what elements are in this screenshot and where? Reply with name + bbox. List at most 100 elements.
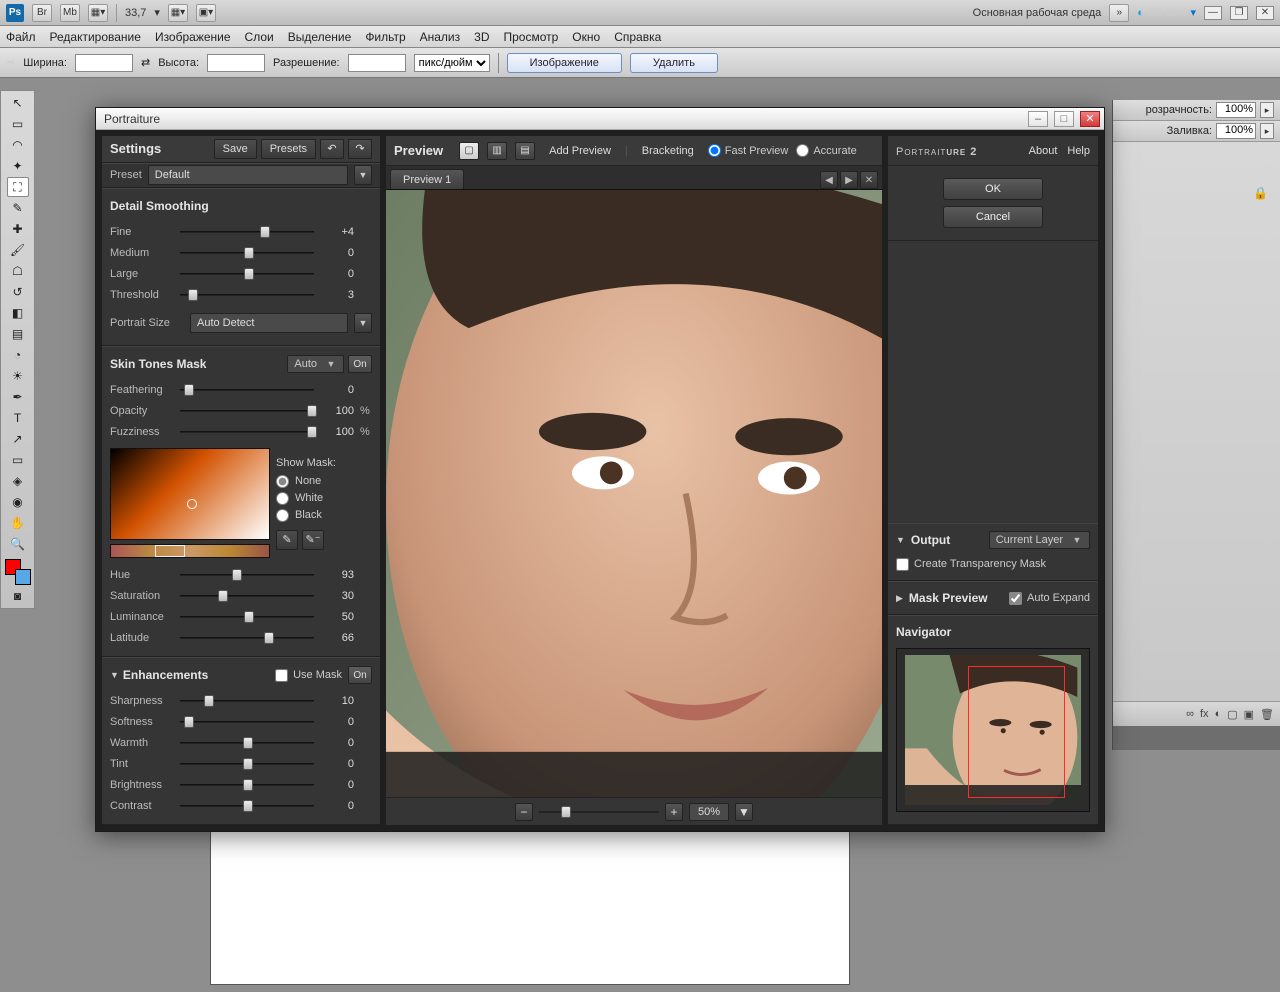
close-icon[interactable]: ✕	[1256, 6, 1274, 20]
color-swatches[interactable]	[5, 559, 31, 585]
resolution-input[interactable]	[348, 54, 406, 72]
transparency-checkbox[interactable]: Create Transparency Mask	[896, 558, 1046, 571]
path-tool[interactable]: ↗	[7, 429, 29, 449]
min-icon[interactable]: —	[1204, 6, 1222, 20]
help-link[interactable]: Help	[1067, 145, 1090, 157]
dialog-titlebar[interactable]: Portraiture – □ ✕	[96, 108, 1104, 130]
brightness-slider[interactable]	[180, 778, 314, 792]
tab-prev-icon[interactable]: ◀	[820, 171, 838, 189]
mask-black-radio[interactable]: Black	[276, 509, 372, 522]
eraser-tool[interactable]: ◧	[7, 303, 29, 323]
folder-icon[interactable]: ▢	[1227, 708, 1237, 721]
3d-tool[interactable]: ◈	[7, 471, 29, 491]
restore-icon[interactable]: ❐	[1230, 6, 1248, 20]
view-extras-button[interactable]: ▦▾	[88, 4, 108, 22]
portrait-size-arrow-icon[interactable]: ▼	[354, 313, 372, 333]
trash-icon[interactable]: 🗑	[1260, 708, 1274, 721]
about-link[interactable]: About	[1029, 145, 1058, 157]
fill-arrow-icon[interactable]: ▸	[1260, 123, 1274, 139]
height-input[interactable]	[207, 54, 265, 72]
mask-icon[interactable]: ◐	[1215, 708, 1222, 720]
gradient-tool[interactable]: ▤	[7, 324, 29, 344]
feathering-slider[interactable]	[180, 383, 314, 397]
width-input[interactable]	[75, 54, 133, 72]
opacity-arrow-icon[interactable]: ▸	[1260, 102, 1274, 118]
type-tool[interactable]: T	[7, 408, 29, 428]
menu-3d[interactable]: 3D	[474, 30, 489, 44]
dodge-tool[interactable]: ☀	[7, 366, 29, 386]
hue-strip[interactable]	[110, 544, 270, 558]
units-select[interactable]: пикс/дюйм	[414, 54, 490, 72]
undo-icon[interactable]: ↶	[320, 139, 344, 159]
swap-icon[interactable]: ⇄	[141, 56, 150, 69]
cancel-button[interactable]: Cancel	[943, 206, 1043, 228]
autoexpand-checkbox[interactable]: Auto Expand	[1009, 592, 1090, 605]
cslive-button[interactable]: ◐CS Live▾	[1137, 6, 1196, 19]
zoom-dropdown[interactable]: ▾	[154, 6, 160, 19]
marquee-tool[interactable]: ▭	[7, 114, 29, 134]
crop-tool[interactable]: ⛶	[7, 177, 29, 197]
move-tool[interactable]: ↖	[7, 93, 29, 113]
preset-arrow-icon[interactable]: ▼	[354, 165, 372, 185]
shape-tool[interactable]: ▭	[7, 450, 29, 470]
minibridge-button[interactable]: Mb	[60, 4, 80, 22]
enh-on-toggle[interactable]: On	[348, 666, 372, 684]
warmth-slider[interactable]	[180, 736, 314, 750]
accurate-radio[interactable]: Accurate	[796, 144, 856, 157]
zoom-out-icon[interactable]: −	[515, 803, 533, 821]
skin-color-picker[interactable]	[110, 448, 270, 540]
navigator-thumbnail[interactable]	[905, 655, 1081, 805]
history-brush-tool[interactable]: ↺	[7, 282, 29, 302]
max-icon[interactable]: □	[1054, 111, 1074, 127]
lasso-tool[interactable]: ◠	[7, 135, 29, 155]
threshold-slider[interactable]	[180, 288, 314, 302]
fast-preview-radio[interactable]: Fast Preview	[708, 144, 789, 157]
eyedropper-minus-icon[interactable]: ✎⁻	[302, 530, 324, 550]
preview-tab-1[interactable]: Preview 1	[390, 169, 464, 189]
workspace-expand-button[interactable]: »	[1109, 4, 1129, 22]
hand-tool[interactable]: ✋	[7, 513, 29, 533]
medium-slider[interactable]	[180, 246, 314, 260]
contrast-slider[interactable]	[180, 799, 314, 813]
heal-tool[interactable]: ✚	[7, 219, 29, 239]
zoom-value[interactable]: 33,7	[125, 7, 146, 19]
menu-filter[interactable]: Фильтр	[365, 30, 405, 44]
menu-edit[interactable]: Редактирование	[50, 30, 141, 44]
zoom-value[interactable]: 50%	[689, 803, 729, 821]
sharpness-slider[interactable]	[180, 694, 314, 708]
view-split-h-icon[interactable]: ▥	[487, 142, 507, 160]
menu-layer[interactable]: Слои	[245, 30, 274, 44]
mask-white-radio[interactable]: White	[276, 492, 372, 505]
chevron-down-icon[interactable]: ▼	[110, 670, 119, 680]
menu-select[interactable]: Выделение	[288, 30, 352, 44]
menu-view[interactable]: Просмотр	[503, 30, 558, 44]
skin-mode-combo[interactable]: Auto▼	[287, 355, 344, 373]
opacity-slider[interactable]	[180, 404, 314, 418]
view-split-v-icon[interactable]: ▤	[515, 142, 535, 160]
saturation-slider[interactable]	[180, 589, 314, 603]
fx-icon[interactable]: fx	[1200, 708, 1209, 720]
zoom-slider[interactable]	[539, 805, 659, 819]
fill-value[interactable]: 100%	[1216, 123, 1256, 139]
bridge-button[interactable]: Br	[32, 4, 52, 22]
eyedropper-icon[interactable]: ✎	[276, 530, 298, 550]
pen-tool[interactable]: ✒	[7, 387, 29, 407]
arrange-button[interactable]: ▦▾	[168, 4, 188, 22]
large-slider[interactable]	[180, 267, 314, 281]
close-icon[interactable]: ✕	[1080, 111, 1100, 127]
output-combo[interactable]: Current Layer▼	[989, 531, 1090, 549]
layers-panel[interactable]: 🔒	[1113, 142, 1280, 702]
opacity-value[interactable]: 100%	[1216, 102, 1256, 118]
document-canvas[interactable]	[210, 830, 850, 985]
menu-file[interactable]: Файл	[6, 30, 36, 44]
save-button[interactable]: Save	[214, 139, 257, 159]
menu-analysis[interactable]: Анализ	[420, 30, 461, 44]
preset-combo[interactable]: Default	[148, 165, 348, 185]
navigator-viewport-rect[interactable]	[968, 666, 1065, 798]
presets-button[interactable]: Presets	[261, 139, 316, 159]
link-icon[interactable]: ∞	[1186, 708, 1194, 720]
tab-next-icon[interactable]: ▶	[840, 171, 858, 189]
tab-close-icon[interactable]: ✕	[860, 171, 878, 189]
latitude-slider[interactable]	[180, 631, 314, 645]
bracketing-button[interactable]: Bracketing	[636, 145, 700, 157]
